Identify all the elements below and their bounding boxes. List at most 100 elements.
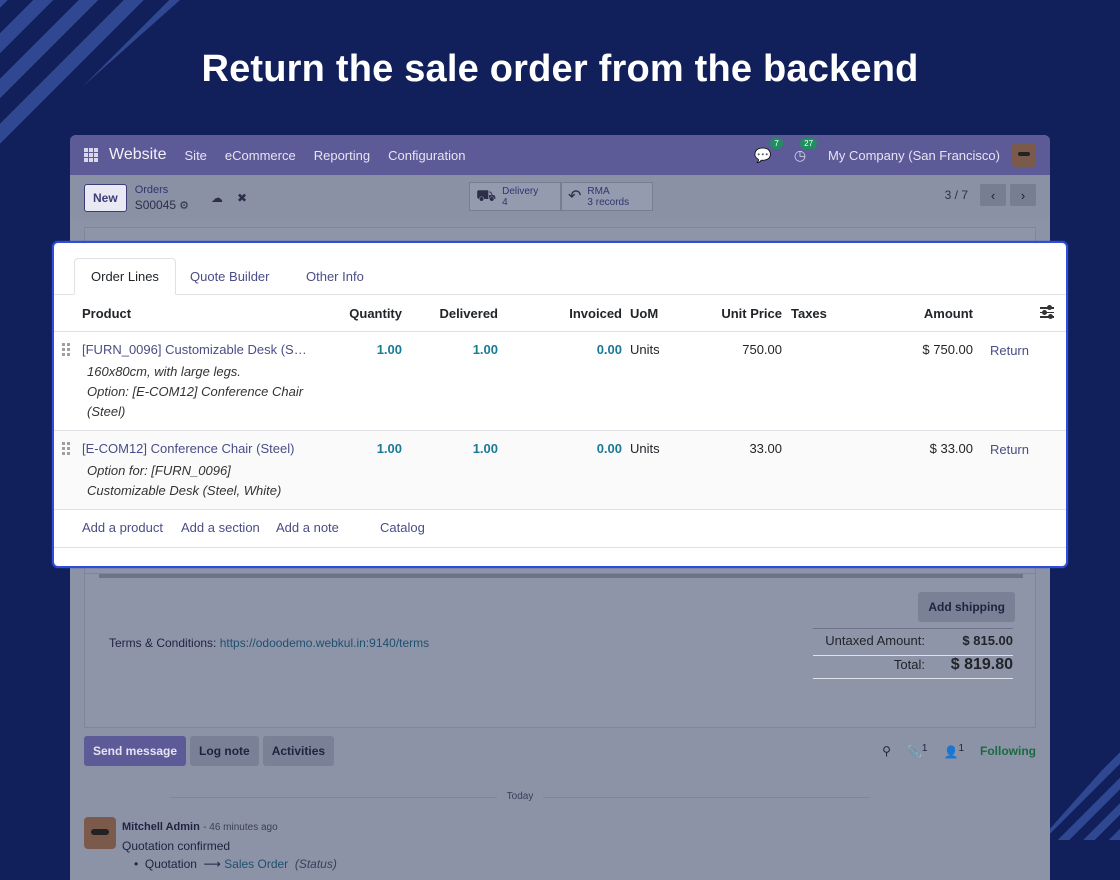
col-quantity[interactable]: Quantity (349, 306, 402, 321)
description-line: Customizable Desk (Steel, White) (87, 483, 282, 498)
tracking-value: • Quotation ⟶ Sales Order (Status) (134, 857, 337, 871)
old-value: Quotation (144, 857, 197, 871)
apps-grid-icon[interactable] (84, 147, 99, 163)
line-uom[interactable]: Units (630, 441, 660, 456)
chevron-right-icon[interactable]: › (1010, 184, 1036, 206)
company-switcher[interactable]: My Company (San Francisco) (828, 148, 1000, 163)
delivery-smart-button[interactable]: ⛟ Delivery 4 (469, 182, 561, 211)
message-author[interactable]: Mitchell Admin (122, 821, 200, 833)
date-separator: Today (170, 791, 870, 802)
chevron-left-icon[interactable]: ‹ (980, 184, 1006, 206)
catalog-link[interactable]: Catalog (380, 520, 425, 535)
menu-reporting[interactable]: Reporting (314, 148, 370, 163)
total-label: Total: (893, 657, 925, 672)
breadcrumb-orders[interactable]: Orders (135, 183, 189, 198)
new-value: Sales Order (224, 857, 289, 871)
control-panel: New Orders S00045 ⚙ ☁ ✖ ⛟ Delivery 4 ↶ RM… (70, 175, 1050, 221)
line-delivered[interactable]: 1.00 (473, 342, 498, 357)
col-amount[interactable]: Amount (924, 306, 973, 321)
followers-user-icon[interactable]: 👤1 (943, 743, 964, 759)
line-quantity[interactable]: 1.00 (377, 441, 402, 456)
line-product[interactable]: [FURN_0096] Customizable Desk (S… (82, 342, 307, 357)
line-unit-price[interactable]: 33.00 (749, 441, 782, 456)
decorative-stripes (1040, 750, 1120, 840)
col-delivered[interactable]: Delivered (439, 306, 498, 321)
drag-handle-icon[interactable] (62, 442, 70, 455)
terms-and-conditions: Terms & Conditions: https://odoodemo.web… (109, 636, 429, 650)
optional-columns-icon[interactable] (1040, 304, 1054, 319)
tab-other-info[interactable]: Other Info (290, 258, 380, 295)
add-shipping-button[interactable]: Add shipping (918, 592, 1015, 622)
table-row[interactable]: [E-COM12] Conference Chair (Steel) Optio… (54, 431, 1066, 510)
top-navbar: Website Site eCommerce Reporting Configu… (70, 135, 1050, 175)
col-uom[interactable]: UoM (630, 306, 658, 321)
breadcrumb: Orders S00045 ⚙ (135, 183, 189, 214)
col-taxes[interactable]: Taxes (791, 306, 827, 321)
terms-link[interactable]: https://odoodemo.webkul.in:9140/terms (220, 636, 429, 650)
activities-clock-icon[interactable]: ◷ 27 (794, 137, 818, 164)
description-line: Option for: [FURN_0096] (87, 463, 231, 478)
line-invoiced: 0.00 (596, 342, 622, 357)
notebook-tabs: Order Lines Quote Builder Other Info (54, 243, 1066, 295)
messages-badge: 7 (770, 137, 783, 149)
return-arrow-icon: ↶ (568, 188, 582, 205)
table-row[interactable]: [FURN_0096] Customizable Desk (S… 160x80… (54, 332, 1066, 431)
col-invoiced[interactable]: Invoiced (569, 306, 622, 321)
discard-x-icon[interactable]: ✖ (237, 191, 247, 205)
tab-quote-builder[interactable]: Quote Builder (174, 258, 286, 295)
messages-icon[interactable]: 💬 7 (754, 137, 783, 164)
line-quantity[interactable]: 1.00 (377, 342, 402, 357)
message-text: Quotation confirmed (122, 839, 231, 853)
headline: Return the sale order from the backend (201, 48, 919, 90)
line-amount: $ 750.00 (922, 342, 973, 357)
breadcrumb-current: S00045 (134, 197, 177, 212)
terms-label: Terms & Conditions: (109, 636, 217, 650)
rma-smart-button[interactable]: ↶ RMA 3 records (561, 182, 653, 211)
line-delivered[interactable]: 1.00 (473, 441, 498, 456)
new-button[interactable]: New (84, 184, 127, 212)
add-product-link[interactable]: Add a product (82, 520, 163, 535)
drag-handle-icon[interactable] (62, 343, 70, 356)
line-product[interactable]: [E-COM12] Conference Chair (Steel) (82, 441, 294, 456)
menu-ecommerce[interactable]: eCommerce (225, 148, 296, 163)
pager-value[interactable]: 3 / 7 (945, 188, 968, 202)
tracked-field: (Status) (294, 857, 337, 871)
menu-configuration[interactable]: Configuration (388, 148, 465, 163)
user-avatar[interactable] (1012, 143, 1036, 167)
followers-count: 1 (958, 743, 964, 754)
attachment-paperclip-icon[interactable]: 📎1 (907, 743, 928, 759)
description-line: 160x80cm, with large legs. (87, 364, 241, 379)
cloud-save-icon[interactable]: ☁ (211, 191, 223, 205)
return-button[interactable]: Return (990, 343, 1029, 358)
rma-label: RMA (587, 185, 610, 197)
add-section-link[interactable]: Add a section (181, 520, 260, 535)
return-button[interactable]: Return (990, 442, 1029, 457)
attachments-count: 1 (921, 743, 928, 754)
log-note-button[interactable]: Log note (190, 736, 259, 766)
send-message-button[interactable]: Send message (84, 736, 187, 766)
line-unit-price[interactable]: 750.00 (742, 342, 782, 357)
menu-site[interactable]: Site (185, 148, 207, 163)
line-uom[interactable]: Units (630, 342, 660, 357)
untaxed-value: $ 815.00 (962, 633, 1013, 648)
line-amount: $ 33.00 (929, 441, 973, 456)
author-avatar[interactable] (84, 817, 116, 849)
add-note-link[interactable]: Add a note (276, 520, 339, 535)
search-icon[interactable]: ⚲ (882, 744, 891, 758)
col-product[interactable]: Product (82, 306, 131, 321)
app-name[interactable]: Website (109, 146, 167, 164)
total-value: $ 819.80 (950, 656, 1013, 673)
order-lines-card: Order Lines Quote Builder Other Info Pro… (52, 241, 1068, 568)
activities-button[interactable]: Activities (262, 736, 335, 766)
table-header: Product Quantity Delivered Invoiced UoM … (54, 295, 1066, 332)
line-description: Option for: [FURN_0096] Customizable Des… (87, 461, 317, 501)
delivery-label: Delivery (502, 185, 539, 197)
delivery-count: 4 (502, 196, 508, 208)
activities-badge: 27 (800, 137, 818, 149)
tab-order-lines[interactable]: Order Lines (74, 258, 176, 295)
description-line: (Steel) (87, 404, 126, 419)
col-unit-price[interactable]: Unit Price (721, 306, 782, 321)
following-button[interactable]: Following (980, 744, 1036, 758)
gear-icon[interactable]: ⚙ (179, 200, 189, 212)
pager: 3 / 7 ‹ › (945, 184, 1036, 206)
